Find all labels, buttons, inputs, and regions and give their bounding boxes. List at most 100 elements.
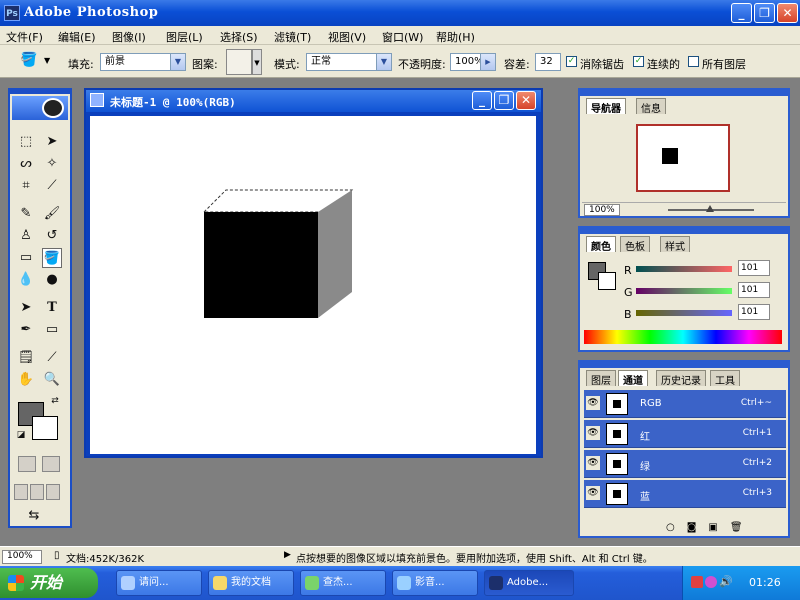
tab-channels[interactable]: 通道 <box>618 370 648 387</box>
doc-restore-button[interactable]: ❐ <box>494 91 514 110</box>
magic-wand-tool-icon[interactable]: ✧ <box>42 154 62 174</box>
tray-app-icon[interactable] <box>705 576 717 588</box>
all-layers-checkbox[interactable] <box>688 56 699 67</box>
move-tool-icon[interactable]: ➤ <box>42 132 62 152</box>
standard-mode-icon[interactable] <box>18 456 36 472</box>
document-title-bar[interactable]: 未标题-1 @ 100%(RGB) _ ❐ ✕ <box>86 90 541 112</box>
blur-tool-icon[interactable]: 💧 <box>16 270 36 290</box>
minimize-button[interactable]: _ <box>731 3 752 23</box>
tab-info[interactable]: 信息 <box>636 98 666 115</box>
chevron-right-icon[interactable]: ▶ <box>480 54 495 70</box>
healing-brush-tool-icon[interactable]: ✎ <box>16 204 36 224</box>
task-button-1[interactable]: 请问... <box>116 570 202 596</box>
navigator-preview[interactable] <box>636 124 730 192</box>
color-bg-swatch[interactable] <box>598 272 616 290</box>
eyedropper-tool-icon[interactable]: ⟋ <box>42 348 62 368</box>
tolerance-input[interactable]: 32 <box>535 53 561 71</box>
lasso-tool-icon[interactable]: ᔕ <box>16 154 36 174</box>
eye-icon[interactable]: 👁 <box>586 456 600 470</box>
channel-actions-icons[interactable]: ○◙▣🗑 <box>666 522 755 533</box>
eraser-tool-icon[interactable]: ▭ <box>16 248 36 268</box>
mode-select[interactable]: 正常 ▼ <box>306 53 392 71</box>
task-button-4[interactable]: 影音... <box>392 570 478 596</box>
tab-color[interactable]: 颜色 <box>586 236 616 253</box>
opacity-input[interactable]: 100% ▶ <box>450 53 496 71</box>
toolbox-header[interactable] <box>12 96 68 120</box>
channel-row-blue[interactable]: 👁 蓝 Ctrl+3 <box>584 480 786 508</box>
contiguous-checkbox[interactable]: ✓ <box>633 56 644 67</box>
menu-help[interactable]: 帮助(H) <box>436 29 475 45</box>
tab-history[interactable]: 历史记录 <box>656 370 706 387</box>
tab-swatches[interactable]: 色板 <box>620 236 650 253</box>
r-value[interactable]: 101 <box>738 260 770 276</box>
antialias-checkbox[interactable]: ✓ <box>566 56 577 67</box>
slice-tool-icon[interactable]: ⟋ <box>42 176 62 196</box>
g-slider[interactable] <box>636 288 732 294</box>
default-colors-icon[interactable]: ◪ <box>14 428 28 442</box>
navigator-zoom[interactable]: 100% <box>584 204 620 216</box>
channel-row-rgb[interactable]: 👁 RGB Ctrl+~ <box>584 390 786 418</box>
menu-filter[interactable]: 滤镜(T) <box>274 29 311 45</box>
eye-icon[interactable]: 👁 <box>586 426 600 440</box>
status-zoom[interactable]: 100% <box>2 550 42 564</box>
doc-close-button[interactable]: ✕ <box>516 91 536 110</box>
channel-row-green[interactable]: 👁 绿 Ctrl+2 <box>584 450 786 478</box>
zoom-slider-thumb[interactable] <box>706 205 714 212</box>
eye-icon[interactable]: 👁 <box>586 486 600 500</box>
background-color-swatch[interactable] <box>32 416 58 440</box>
b-slider[interactable] <box>636 310 732 316</box>
crop-tool-icon[interactable]: ⌗ <box>16 176 36 196</box>
doc-minimize-button[interactable]: _ <box>472 91 492 110</box>
tab-layers[interactable]: 图层 <box>586 370 616 387</box>
start-button[interactable]: 开始 <box>0 568 98 598</box>
task-button-2[interactable]: 我的文档 <box>208 570 294 596</box>
restore-button[interactable]: ❐ <box>754 3 775 23</box>
type-tool-icon[interactable]: T <box>42 298 62 318</box>
volume-icon[interactable]: 🔊 <box>719 575 733 588</box>
menu-select[interactable]: 选择(S) <box>220 29 258 45</box>
swap-colors-icon[interactable]: ⇄ <box>48 394 62 408</box>
jump-to-imageready-icon[interactable]: ⇆ <box>24 506 44 526</box>
eye-icon[interactable]: 👁 <box>586 396 600 410</box>
paint-bucket-tool-icon[interactable]: 🪣 <box>42 248 62 268</box>
g-value[interactable]: 101 <box>738 282 770 298</box>
paint-bucket-icon[interactable]: 🪣 <box>18 52 40 72</box>
menu-image[interactable]: 图像(I) <box>112 29 146 45</box>
pattern-dropdown-icon[interactable]: ▼ <box>252 49 262 75</box>
marquee-tool-icon[interactable]: ⬚ <box>16 132 36 152</box>
dodge-tool-icon[interactable]: ● <box>42 270 62 290</box>
brush-tool-icon[interactable]: 🖌 <box>42 204 62 224</box>
menu-window[interactable]: 窗口(W) <box>382 29 423 45</box>
full-screen-menu-mode-icon[interactable] <box>30 484 44 500</box>
menu-layer[interactable]: 图层(L) <box>166 29 203 45</box>
pen-tool-icon[interactable]: ✒ <box>16 320 36 340</box>
channel-row-red[interactable]: 👁 红 Ctrl+1 <box>584 420 786 448</box>
status-arrow-icon[interactable]: ▶ <box>284 550 291 560</box>
standard-screen-mode-icon[interactable] <box>14 484 28 500</box>
tab-styles[interactable]: 样式 <box>660 236 690 253</box>
history-brush-tool-icon[interactable]: ↺ <box>42 226 62 246</box>
stamp-tool-icon[interactable]: ♙ <box>16 226 36 246</box>
menu-view[interactable]: 视图(V) <box>328 29 366 45</box>
chevron-down-icon[interactable]: ▼ <box>44 56 50 65</box>
image-canvas[interactable] <box>90 116 536 454</box>
zoom-tool-icon[interactable]: 🔍 <box>42 370 62 390</box>
menu-edit[interactable]: 编辑(E) <box>58 29 96 45</box>
pattern-swatch[interactable] <box>226 49 252 75</box>
quick-mask-mode-icon[interactable] <box>42 456 60 472</box>
task-button-photoshop[interactable]: Adobe... <box>484 570 574 596</box>
tab-navigator[interactable]: 导航器 <box>586 98 626 115</box>
menu-file[interactable]: 文件(F) <box>6 29 43 45</box>
task-button-3[interactable]: 查杰... <box>300 570 386 596</box>
path-selection-tool-icon[interactable]: ➤ <box>16 298 36 318</box>
shape-tool-icon[interactable]: ▭ <box>42 320 62 340</box>
tray-app-icon[interactable] <box>691 576 703 588</box>
tab-actions[interactable]: 工具 <box>710 370 740 387</box>
close-button[interactable]: ✕ <box>777 3 798 23</box>
color-ramp[interactable] <box>584 330 782 344</box>
fill-select[interactable]: 前景 ▼ <box>100 53 186 71</box>
r-slider[interactable] <box>636 266 732 272</box>
full-screen-mode-icon[interactable] <box>46 484 60 500</box>
notes-tool-icon[interactable]: 🗒 <box>16 348 36 368</box>
hand-tool-icon[interactable]: ✋ <box>16 370 36 390</box>
